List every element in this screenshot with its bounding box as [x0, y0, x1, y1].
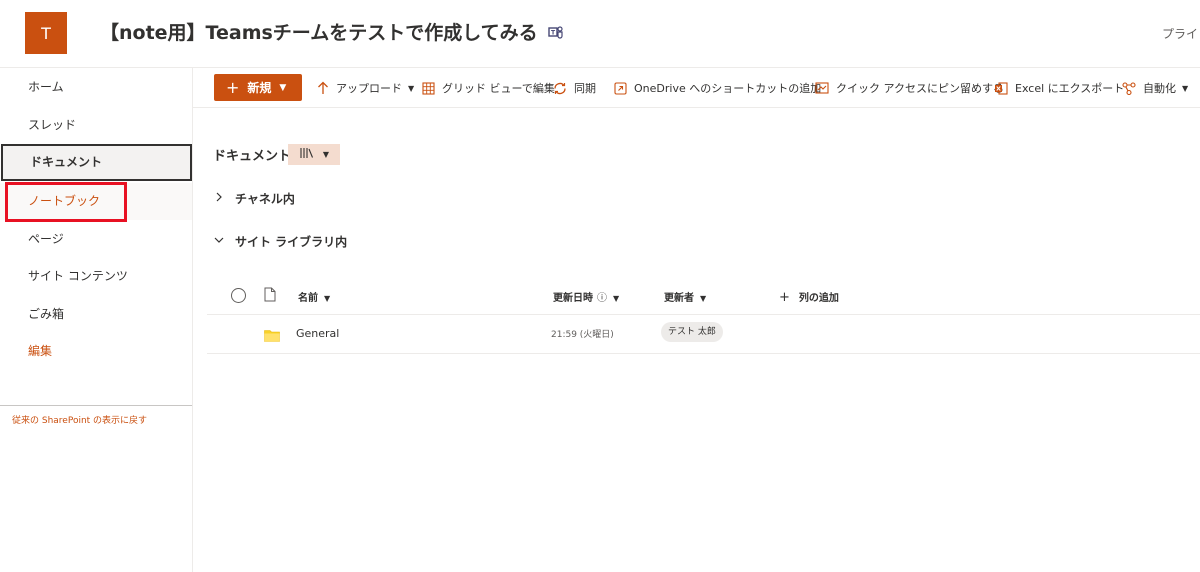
- classic-view-link[interactable]: 従来の SharePoint の表示に戻す: [12, 413, 147, 426]
- view-switcher-button[interactable]: ▼: [288, 144, 340, 165]
- group-header-channel[interactable]: チャネル内: [214, 190, 295, 207]
- pin-quick-access-button[interactable]: クイック アクセスにピン留めする: [815, 79, 1004, 97]
- info-icon[interactable]: ⓘ: [597, 293, 607, 304]
- site-logo[interactable]: T: [25, 12, 67, 54]
- column-modified-label: 更新日時: [553, 293, 593, 304]
- chevron-down-icon: ▼: [1182, 83, 1189, 93]
- sync-button[interactable]: 同期: [553, 79, 596, 97]
- group-header-site-library[interactable]: サイト ライブラリ内: [214, 233, 347, 250]
- site-header: T 【note用】Teamsチームをテストで作成してみる T プライ: [0, 0, 1200, 68]
- group-label: サイト ライブラリ内: [235, 235, 348, 249]
- row-modified: 21:59 (火曜日): [551, 330, 614, 340]
- column-name-label: 名前: [298, 293, 318, 304]
- automate-flow-icon: [1122, 81, 1136, 95]
- grid-icon: [422, 81, 435, 95]
- nav-item-threads[interactable]: スレッド: [0, 107, 192, 144]
- onedrive-shortcut-button[interactable]: OneDrive へのショートカットの追加: [614, 79, 821, 97]
- nav-edit-link[interactable]: 編集: [0, 333, 192, 370]
- chevron-down-icon: ▼: [279, 82, 287, 93]
- row-name-link[interactable]: General: [296, 327, 339, 340]
- chevron-down-icon: ▼: [700, 294, 707, 303]
- nav-divider: [0, 405, 192, 406]
- left-navigation: ホーム スレッド ドキュメント ノートブック ページ サイト コンテンツ ごみ箱…: [0, 68, 193, 572]
- column-modified-by-label: 更新者: [664, 293, 694, 304]
- list-row[interactable]: General 21:59 (火曜日) テスト 太郎: [207, 315, 1200, 354]
- export-excel-button[interactable]: Excel にエクスポート: [994, 79, 1124, 97]
- pin-quick-access-label: クイック アクセスにピン留めする: [836, 82, 1004, 95]
- nav-item-documents[interactable]: ドキュメント: [1, 144, 192, 181]
- grid-view-edit-button[interactable]: グリッド ビューで編集: [422, 79, 555, 97]
- pin-icon: [815, 81, 829, 95]
- row-modified-by-persona[interactable]: テスト 太郎: [661, 322, 723, 342]
- site-title[interactable]: 【note用】Teamsチームをテストで作成してみる: [100, 18, 538, 45]
- column-header-modified[interactable]: 更新日時 ⓘ ▼: [553, 289, 619, 304]
- chevron-down-icon: ▼: [324, 294, 331, 303]
- select-all-checkbox[interactable]: [231, 288, 246, 303]
- sharepoint-document-library-page: T 【note用】Teamsチームをテストで作成してみる T プライ ホーム ス…: [0, 0, 1200, 572]
- add-column-button[interactable]: + 列の追加: [779, 289, 839, 305]
- folder-icon: [264, 327, 280, 346]
- sync-label: 同期: [574, 82, 596, 95]
- excel-icon: [994, 81, 1008, 95]
- upload-arrow-icon: [317, 81, 329, 95]
- sync-icon: [553, 82, 567, 95]
- library-view-icon: [299, 147, 315, 162]
- plus-icon: +: [226, 78, 240, 97]
- nav-item-recycle-bin[interactable]: ごみ箱: [0, 296, 192, 333]
- shortcut-icon: [614, 81, 627, 95]
- onedrive-shortcut-label: OneDrive へのショートカットの追加: [634, 82, 822, 95]
- add-column-label: 列の追加: [798, 293, 839, 304]
- chevron-down-icon: ▼: [322, 150, 330, 159]
- export-excel-label: Excel にエクスポート: [1015, 82, 1125, 95]
- new-button-label: 新規: [247, 81, 272, 95]
- automate-label: 自動化: [1143, 82, 1176, 95]
- upload-label: アップロード: [336, 82, 402, 95]
- upload-button[interactable]: アップロード ▼: [317, 79, 414, 97]
- chevron-down-icon: [214, 235, 228, 248]
- nav-item-pages[interactable]: ページ: [0, 221, 192, 258]
- highlight-annotation-box: [5, 182, 127, 222]
- new-button[interactable]: + 新規 ▼: [214, 74, 302, 101]
- group-label: チャネル内: [235, 192, 295, 206]
- list-column-header: 名前 ▼ 更新日時 ⓘ ▼ 更新者 ▼ + 列の追加: [207, 275, 1200, 315]
- grid-view-label: グリッド ビューで編集: [442, 82, 555, 95]
- nav-item-site-contents[interactable]: サイト コンテンツ: [0, 258, 192, 295]
- add-icon: +: [779, 290, 790, 305]
- chevron-down-icon: ▼: [613, 294, 620, 303]
- file-type-icon[interactable]: [264, 287, 276, 306]
- chevron-right-icon: [214, 192, 228, 205]
- library-title: ドキュメント: [213, 149, 292, 164]
- chevron-down-icon: ▼: [408, 83, 415, 93]
- nav-item-home[interactable]: ホーム: [0, 69, 192, 106]
- teams-icon[interactable]: T: [548, 24, 564, 40]
- automate-button[interactable]: 自動化 ▼: [1122, 79, 1188, 97]
- command-bar: + 新規 ▼ アップロード ▼ グリッド ビューで編集 同期 OneDrive …: [193, 68, 1200, 108]
- column-header-modified-by[interactable]: 更新者 ▼: [664, 289, 706, 304]
- column-header-name[interactable]: 名前 ▼: [298, 289, 330, 304]
- header-right-text[interactable]: プライ: [1162, 25, 1198, 42]
